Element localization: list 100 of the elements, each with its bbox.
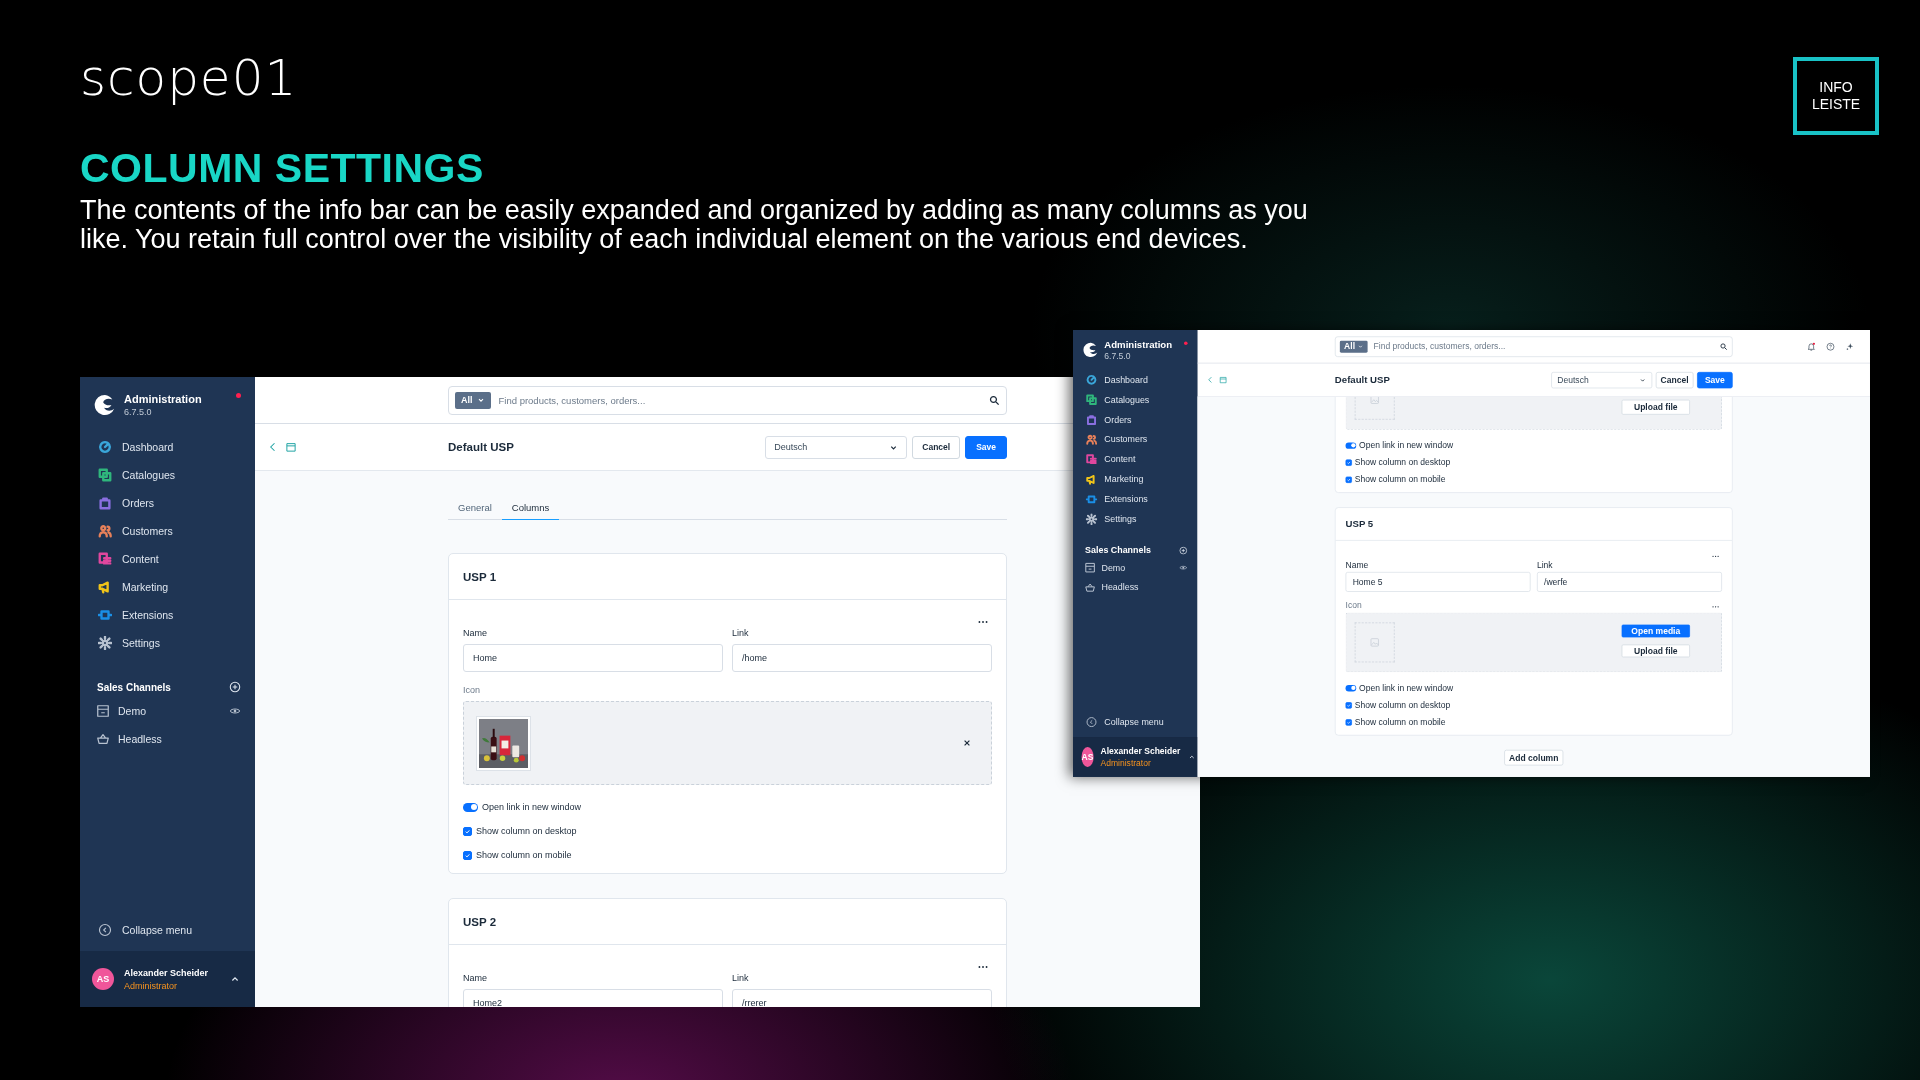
cancel-button[interactable]: Cancel	[912, 435, 961, 459]
field-label: Name	[463, 972, 487, 984]
user-name: Alexander Scheider	[1100, 745, 1181, 756]
channel-item[interactable]: Headless	[80, 725, 255, 753]
channel-item[interactable]: Headless	[1073, 577, 1198, 598]
user-role: Administrator	[1100, 758, 1152, 768]
option-label: Show column on desktop	[1354, 700, 1451, 710]
nav-item[interactable]: Settings	[1073, 509, 1198, 530]
checkbox[interactable]	[463, 850, 472, 860]
checkbox[interactable]	[463, 826, 472, 836]
description: The contents of the info bar can be easily expanded and organized by adding as many columns as you like. You retain full control over the visibility of each individual element on the various end devices.	[80, 196, 1309, 254]
option-label: Show column on mobile	[1354, 717, 1446, 728]
save-button[interactable]: Save	[965, 435, 1007, 459]
option-label: Open link in new window	[1359, 440, 1454, 451]
user-role: Administrator	[124, 980, 178, 991]
nav-item[interactable]: Marketing	[1073, 469, 1198, 490]
app-name: Administration	[124, 393, 202, 405]
toggle-switch[interactable]	[1345, 684, 1357, 692]
nav-item[interactable]: Content	[1073, 449, 1198, 470]
section-heading: Sales Channels	[97, 681, 171, 693]
tab[interactable]: Columns	[501, 497, 560, 520]
close-icon[interactable]	[963, 739, 971, 747]
collapse-menu[interactable]: Collapse menu	[80, 916, 255, 944]
nav-item[interactable]: Customers	[1073, 429, 1198, 450]
checkbox[interactable]	[1345, 718, 1352, 726]
more-icon[interactable]	[978, 620, 988, 624]
toggle-switch[interactable]	[1345, 442, 1357, 449]
card-title: USP 2	[463, 915, 497, 928]
media-dropzone[interactable]: Upload file	[1345, 396, 1722, 430]
name-field[interactable]: Home	[463, 644, 723, 672]
media-button[interactable]: Open media	[1621, 624, 1690, 638]
field-label: Name	[463, 627, 487, 639]
page-title: Default USP	[448, 441, 514, 453]
filter-dropdown[interactable]: All	[455, 391, 491, 409]
option-label: Show column on mobile	[1354, 474, 1446, 485]
option-label: Open link in new window	[482, 802, 582, 812]
sparkle-icon[interactable]	[1845, 341, 1855, 351]
nav-item[interactable]: Extensions	[1073, 489, 1198, 510]
option-label: Open link in new window	[1359, 682, 1454, 693]
add-column-button[interactable]: Add column	[1504, 749, 1564, 766]
media-button[interactable]: Upload file	[1621, 399, 1690, 415]
caret-icon	[476, 396, 485, 404]
field-label: Link	[1536, 559, 1553, 570]
media-dropzone[interactable]: Open media Upload file	[1345, 612, 1722, 673]
avatar: AS	[92, 968, 114, 990]
calendar-icon[interactable]	[285, 441, 297, 453]
card-title: USP 5	[1345, 518, 1374, 530]
cancel-button[interactable]: Cancel	[1655, 371, 1694, 388]
save-button[interactable]: Save	[1697, 371, 1733, 388]
search-field[interactable]: All Find products, customers, orders...	[1334, 336, 1733, 357]
tab[interactable]: General	[448, 497, 502, 520]
nav-item[interactable]: Dashboard	[80, 433, 255, 461]
field-label: Name	[1345, 559, 1369, 570]
logo: scope01	[80, 50, 298, 106]
eye-icon[interactable]	[229, 705, 241, 717]
search-field[interactable]: All Find products, customers, orders...	[448, 385, 1007, 415]
checkmark-icon	[464, 827, 471, 835]
name-field[interactable]: Home2	[463, 989, 723, 1007]
more-icon[interactable]	[1712, 554, 1720, 558]
toggle-switch[interactable]	[463, 802, 478, 812]
language-select[interactable]: Deutsch	[765, 435, 908, 459]
app-name: Administration	[1104, 338, 1173, 350]
user-name: Alexander Scheider	[124, 967, 210, 978]
nav-item[interactable]: Marketing	[80, 573, 255, 601]
channel-item[interactable]: Demo	[1073, 557, 1198, 578]
checkbox[interactable]	[1345, 459, 1352, 466]
user-panel[interactable]: AS Alexander Scheider Administrator	[80, 951, 255, 1007]
add-icon[interactable]	[229, 681, 241, 693]
collapse-menu[interactable]: Collapse menu	[1073, 712, 1198, 733]
nav-item[interactable]: Catalogues	[1073, 389, 1198, 410]
nav-item[interactable]: Customers	[80, 517, 255, 545]
nav-item[interactable]: Content	[80, 545, 255, 573]
nav-item[interactable]: Dashboard	[1073, 369, 1198, 390]
checkbox[interactable]	[1345, 476, 1352, 483]
basket-icon	[96, 732, 110, 746]
avatar: AS	[1081, 747, 1094, 767]
link-field[interactable]: /home	[732, 644, 992, 672]
card-title: USP 1	[463, 570, 497, 583]
version: 6.7.5.0	[1104, 351, 1132, 361]
filter-dropdown[interactable]: All	[1339, 340, 1368, 353]
store-icon	[96, 704, 110, 718]
search-icon[interactable]	[1719, 342, 1728, 351]
nav-item[interactable]: Extensions	[80, 601, 255, 629]
media-dropzone[interactable]	[463, 701, 992, 785]
nav-item[interactable]: Orders	[1073, 409, 1198, 430]
channel-item[interactable]: Demo	[80, 697, 255, 725]
checkmark-icon	[464, 851, 471, 859]
badge: INFO LEISTE	[1793, 57, 1879, 135]
nav-item[interactable]: Catalogues	[80, 461, 255, 489]
media-button[interactable]: Upload file	[1621, 644, 1690, 658]
more-icon[interactable]	[978, 965, 988, 969]
field-label: Icon	[1345, 600, 1362, 611]
search-icon[interactable]	[989, 394, 1000, 406]
field-label: Link	[732, 972, 749, 984]
nav-item[interactable]: Orders	[80, 489, 255, 517]
version: 6.7.5.0	[124, 407, 153, 417]
link-field[interactable]: /rrerer	[732, 989, 992, 1007]
page-title: Default USP	[1334, 374, 1390, 386]
checkbox[interactable]	[1345, 701, 1352, 709]
nav-item[interactable]: Settings	[80, 629, 255, 657]
